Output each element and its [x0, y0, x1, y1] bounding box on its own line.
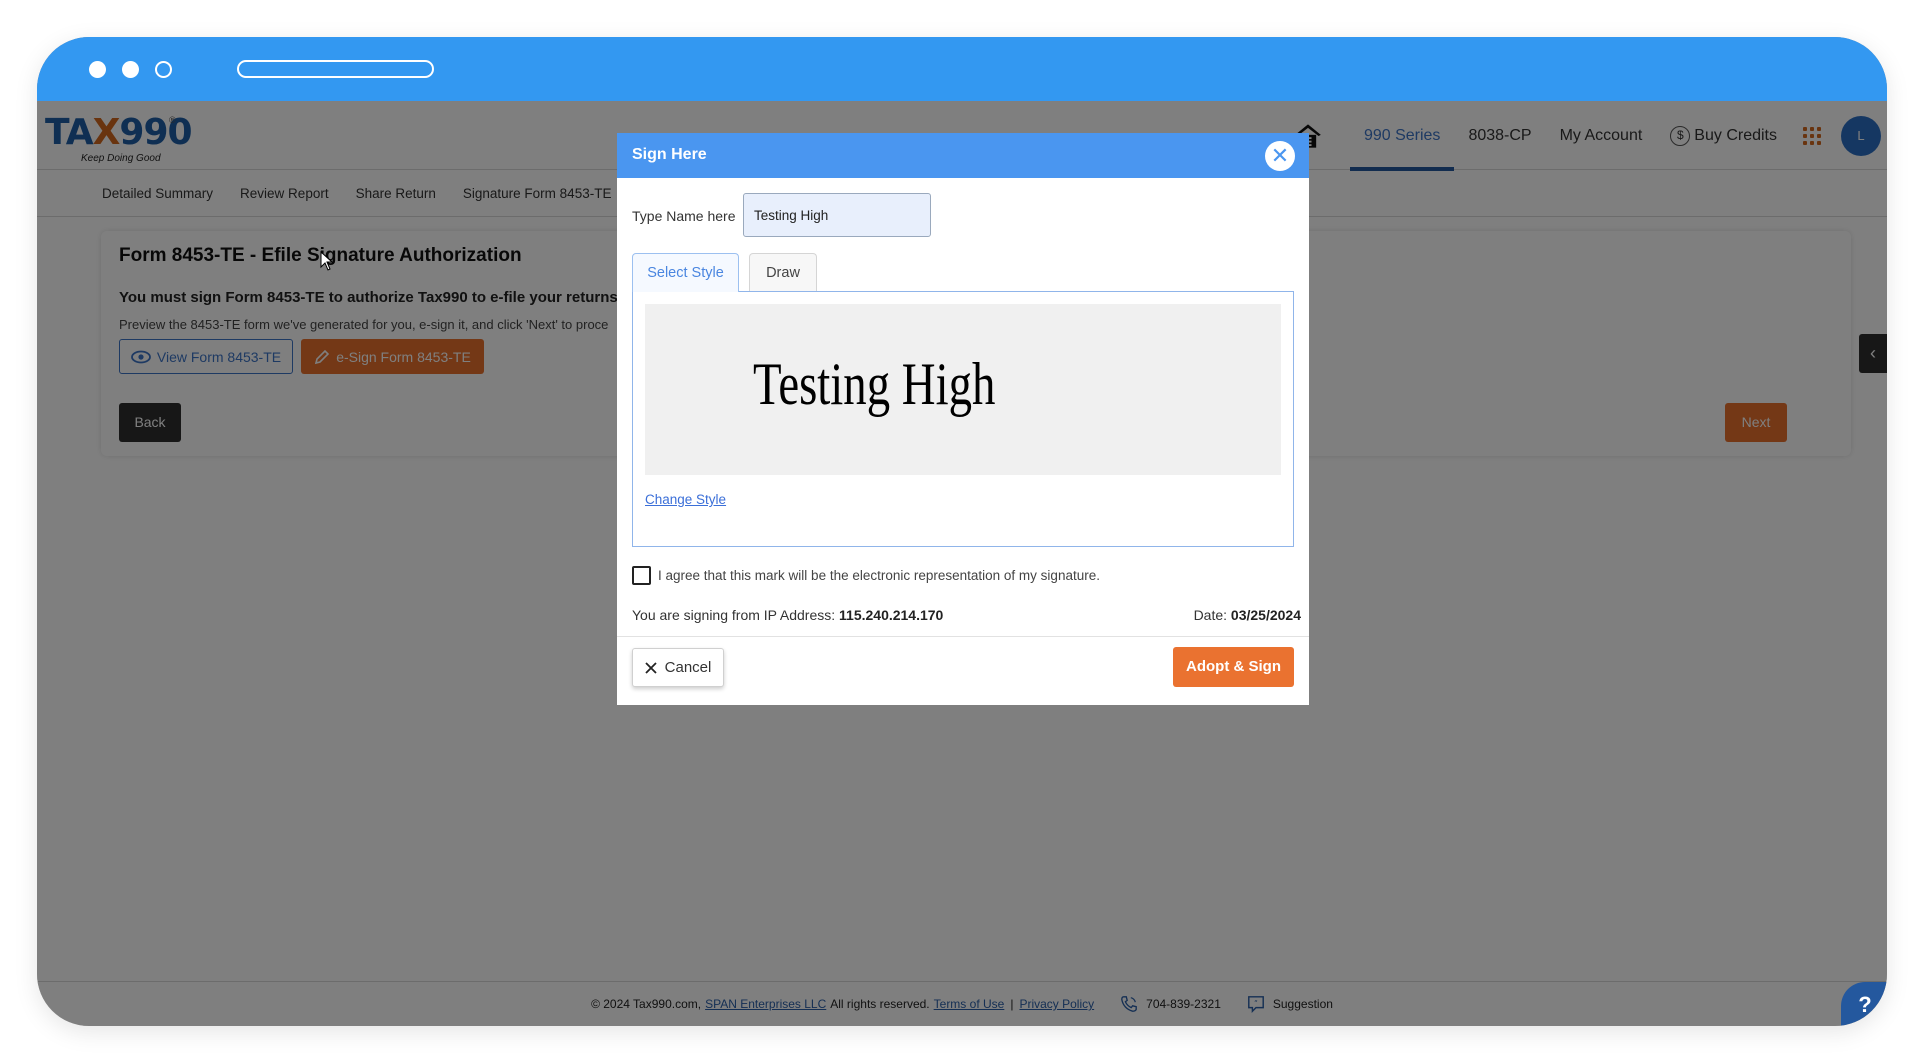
- ip-value: 115.240.214.170: [839, 607, 944, 623]
- sign-here-modal: Sign Here ✕ Type Name here Select Style …: [617, 133, 1309, 705]
- select-style-panel: Testing High Change Style: [632, 291, 1294, 547]
- modal-title: Sign Here: [632, 146, 707, 163]
- date-value: 03/25/2024: [1230, 607, 1301, 623]
- modal-header: Sign Here ✕: [617, 133, 1309, 178]
- signature-preview-text: Testing High: [753, 351, 996, 417]
- signature-name-input[interactable]: [743, 193, 931, 237]
- browser-window: TAX990 ® Keep Doing Good 990 Series 8038…: [37, 37, 1887, 1026]
- date-info: Date: 03/25/2024: [1194, 607, 1301, 623]
- agree-checkbox[interactable]: [632, 566, 651, 585]
- ip-label: You are signing from IP Address:: [632, 607, 836, 623]
- adopt-and-sign-button[interactable]: Adopt & Sign: [1173, 647, 1294, 687]
- modal-divider: [617, 636, 1309, 637]
- close-icon[interactable]: ✕: [1265, 141, 1295, 171]
- change-style-link[interactable]: Change Style: [645, 492, 726, 507]
- x-icon: [645, 661, 657, 674]
- window-titlebar: [37, 37, 1887, 101]
- window-dot-2[interactable]: [122, 61, 139, 78]
- mouse-cursor-icon: [320, 251, 334, 271]
- window-dot-1[interactable]: [89, 61, 106, 78]
- help-button[interactable]: ?: [1841, 982, 1887, 1026]
- ip-address-info: You are signing from IP Address: 115.240…: [632, 607, 943, 623]
- window-dot-3[interactable]: [155, 61, 172, 78]
- tab-select-style[interactable]: Select Style: [632, 253, 739, 292]
- cancel-label: Cancel: [664, 659, 712, 676]
- tab-draw[interactable]: Draw: [749, 253, 817, 291]
- cancel-button[interactable]: Cancel: [632, 648, 724, 687]
- name-label: Type Name here: [632, 208, 736, 224]
- date-label: Date:: [1193, 607, 1228, 623]
- address-bar[interactable]: [237, 60, 434, 78]
- agree-label: I agree that this mark will be the elect…: [658, 568, 1100, 583]
- signature-preview: Testing High: [645, 304, 1281, 475]
